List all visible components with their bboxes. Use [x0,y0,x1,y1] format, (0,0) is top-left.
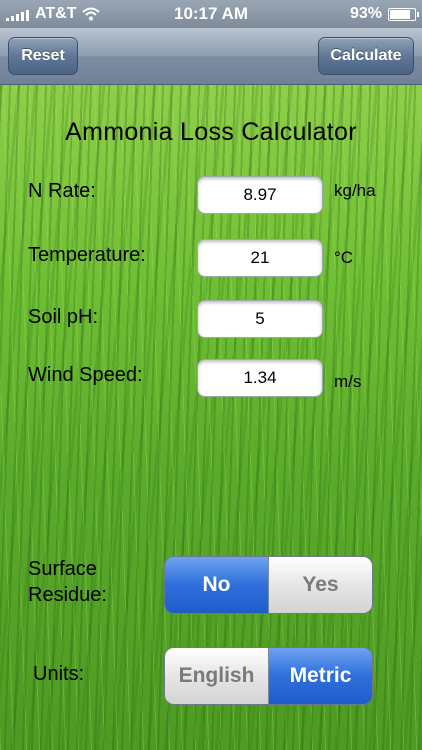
status-bar: AT&T 10:17 AM 93% [0,0,422,28]
units-metric-option[interactable]: Metric [268,648,372,704]
units-english-option[interactable]: English [165,648,268,704]
surface-residue-line2: Residue: [28,584,107,606]
calculate-button[interactable]: Calculate [318,37,414,75]
units-label: Units: [33,663,85,685]
wind-speed-unit: m/s [334,372,362,391]
residue-no-option[interactable]: No [165,557,268,613]
status-right: 93% [349,5,419,23]
n-rate-label: N Rate: [28,180,96,202]
reset-button[interactable]: Reset [8,37,78,75]
soil-ph-input[interactable]: 5 [197,300,323,338]
surface-residue-label: Surface Residue: [28,556,107,608]
wind-speed-label: Wind Speed: [28,364,143,386]
wind-speed-input[interactable]: 1.34 [197,359,323,397]
nav-bar: Reset Calculate [0,28,422,85]
n-rate-unit: kg/ha [334,181,376,200]
temperature-unit: °C [334,248,354,267]
temperature-label: Temperature: [28,244,146,266]
surface-residue-line1: Surface [28,558,97,580]
surface-residue-toggle: No Yes [164,556,373,614]
temperature-input[interactable]: 21 [197,239,323,277]
battery-percent: 93% [349,5,382,22]
page-title: Ammonia Loss Calculator [65,118,357,146]
soil-ph-label: Soil pH: [28,306,99,328]
residue-yes-option[interactable]: Yes [268,557,372,613]
battery-icon [388,7,419,21]
n-rate-input[interactable]: 8.97 [197,176,323,214]
units-toggle: English Metric [164,647,373,705]
